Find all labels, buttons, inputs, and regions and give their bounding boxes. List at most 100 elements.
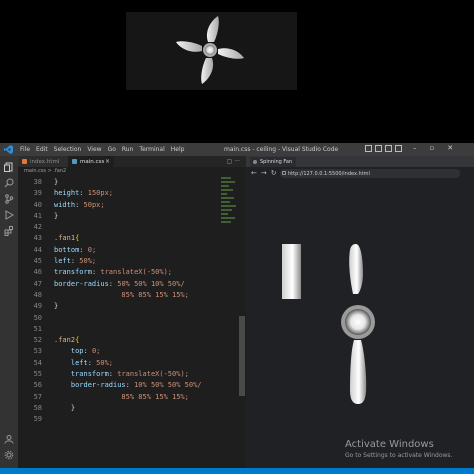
code-line[interactable]: 56 border-radius: 10% 50% 50% 50%/ (18, 380, 224, 391)
breadcrumb[interactable]: main.css > .fan2 (24, 168, 66, 174)
line-text[interactable]: .fan2{ (54, 335, 79, 346)
menu-go[interactable]: Go (108, 146, 116, 153)
code-line[interactable]: 50 (18, 313, 224, 324)
line-text[interactable]: } (54, 211, 58, 222)
code-line[interactable]: 51 (18, 324, 224, 335)
code-line[interactable]: 40 width: 50px; (18, 200, 224, 211)
explorer-icon[interactable] (4, 162, 14, 172)
customize-layout-icon[interactable] (395, 145, 402, 152)
site-info-icon[interactable] (282, 171, 286, 175)
code-line[interactable]: 46 transform: translateX(-50%); (18, 267, 224, 278)
code-line[interactable]: 47 border-radius: 50% 50% 10% 50%/ (18, 279, 224, 290)
line-number: 56 (33, 381, 42, 390)
search-icon[interactable] (4, 178, 14, 188)
line-text[interactable]: top: 0; (54, 346, 101, 357)
menu-edit[interactable]: Edit (36, 146, 48, 153)
address-bar[interactable]: http://127.0.0.1:5500/index.html (280, 169, 460, 178)
tab-main-css[interactable]: main.css × (68, 156, 114, 167)
editor-scrollbar[interactable] (239, 316, 245, 396)
minimize-icon[interactable]: – (413, 144, 417, 152)
line-number: 42 (33, 223, 42, 232)
line-text[interactable]: height: 150px; (54, 188, 113, 199)
code-line[interactable]: 41} (18, 211, 224, 222)
fan-preview-image (126, 12, 297, 90)
code-line[interactable]: 55 transform: translateX(-50%); (18, 369, 224, 380)
fan-blade-bottom (350, 340, 367, 404)
code-line[interactable]: 52 .fan2{ (18, 335, 224, 346)
code-line[interactable]: 38} (18, 177, 224, 188)
toggle-sidebar-icon[interactable] (365, 145, 372, 152)
line-text[interactable]: left: 50%; (54, 358, 113, 369)
line-text[interactable]: } (54, 403, 75, 414)
menu-file[interactable]: File (20, 146, 30, 153)
browser-toolbar: ←→↻ http://127.0.0.1:5500/index.html (246, 167, 474, 180)
line-text[interactable]: left: 50%; (54, 256, 96, 267)
menu-help[interactable]: Help (171, 146, 185, 153)
maximize-icon[interactable]: ▫ (430, 144, 435, 152)
line-number: 57 (33, 392, 42, 401)
browser-tab-label: Spinning Fan (260, 159, 293, 165)
status-bar (0, 468, 474, 474)
vscode-window: File Edit Selection View Go Run Terminal… (0, 143, 474, 474)
line-text[interactable]: .fan1{ (54, 233, 79, 244)
code-line[interactable]: 58 } (18, 403, 224, 414)
toggle-panel-icon[interactable] (375, 145, 382, 152)
more-actions-icon[interactable]: ··· (234, 158, 240, 165)
line-number: 44 (33, 245, 42, 254)
source-control-icon[interactable] (4, 194, 14, 204)
browser-preview: Spinning Fan ←→↻ http://127.0.0.1:5500/i… (246, 156, 474, 468)
minimap[interactable] (221, 177, 237, 247)
line-text[interactable]: 85% 85% 15% 15%; (54, 290, 188, 301)
code-line[interactable]: 43 .fan1{ (18, 233, 224, 244)
editor-actions: ▢ ··· (227, 158, 240, 165)
toggle-secondary-sidebar-icon[interactable] (385, 145, 392, 152)
account-icon[interactable] (4, 434, 14, 444)
close-icon[interactable]: ✕ (447, 144, 453, 152)
close-tab-icon[interactable]: × (105, 158, 110, 165)
menu-view[interactable]: View (87, 146, 101, 153)
line-text[interactable]: border-radius: 50% 50% 10% 50%/ (54, 279, 185, 290)
code-line[interactable]: 48 85% 85% 15% 15%; (18, 290, 224, 301)
line-text[interactable]: width: 50px; (54, 200, 105, 211)
code-line[interactable]: 42 (18, 222, 224, 233)
line-number: 50 (33, 313, 42, 322)
line-number: 48 (33, 290, 42, 299)
tab-index-html[interactable]: index.html (18, 156, 68, 167)
html-file-icon (22, 159, 27, 164)
url-text: http://127.0.0.1:5500/index.html (288, 170, 370, 177)
code-lines[interactable]: 38} 39 height: 150px; 40 width: 50px; 41} 42 43… (18, 177, 224, 426)
forward-icon[interactable]: → (261, 169, 271, 177)
menu-run[interactable]: Run (122, 146, 134, 153)
code-line[interactable]: 44 bottom: 0; (18, 245, 224, 256)
line-text[interactable]: } (54, 177, 58, 188)
line-text[interactable]: transform: translateX(-50%); (54, 369, 189, 380)
window-controls: – ▫ ✕ (413, 144, 453, 152)
menu-terminal[interactable]: Terminal (139, 146, 164, 153)
menu-selection[interactable]: Selection (54, 146, 82, 153)
browser-page: Activate Windows Go to Settings to activ… (246, 180, 474, 468)
code-line[interactable]: 39 height: 150px; (18, 188, 224, 199)
code-line[interactable]: 54 left: 50%; (18, 358, 224, 369)
code-line[interactable]: 59 (18, 414, 224, 425)
code-line[interactable]: 45 left: 50%; (18, 256, 224, 267)
line-number: 49 (33, 302, 42, 311)
line-text[interactable]: 85% 85% 15% 15%; (54, 392, 188, 403)
split-editor-icon[interactable]: ▢ (227, 158, 233, 165)
code-line[interactable]: 53 top: 0; (18, 346, 224, 357)
line-text[interactable]: bottom: 0; (54, 245, 96, 256)
fan-blade-rect (282, 244, 301, 299)
line-text[interactable]: border-radius: 10% 50% 50% 50%/ (54, 380, 202, 391)
watermark-title: Activate Windows (345, 439, 434, 450)
line-text[interactable]: transform: translateX(-50%); (54, 267, 172, 278)
line-text[interactable]: } (54, 301, 58, 312)
run-debug-icon[interactable] (4, 210, 14, 220)
line-number: 46 (33, 268, 42, 277)
title-bar: File Edit Selection View Go Run Terminal… (0, 143, 474, 156)
browser-tab[interactable]: Spinning Fan (250, 157, 296, 167)
settings-gear-icon[interactable] (4, 450, 14, 460)
window-title: main.css - ceiling - Visual Studio Code (224, 146, 339, 153)
code-line[interactable]: 49} (18, 301, 224, 312)
extensions-icon[interactable] (4, 226, 14, 236)
code-line[interactable]: 57 85% 85% 15% 15%; (18, 392, 224, 403)
back-icon[interactable]: ← (251, 169, 261, 177)
